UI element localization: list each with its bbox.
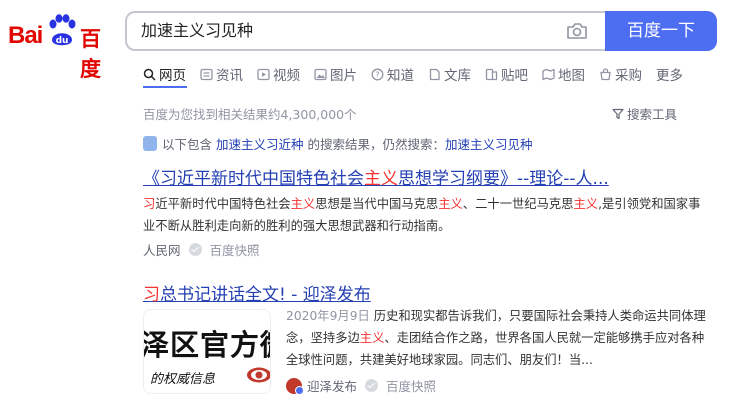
abstract-text: 近平新时代中国特色社会 [155,197,291,211]
abstract-text: 、二十一世纪马克思 [462,197,574,211]
correction-prefix: 以下包含 [162,137,213,152]
tab-map[interactable]: 地图 [542,64,585,84]
tab-label: 文库 [444,68,471,84]
news-icon [200,68,213,80]
thumbnail-text: 泽区官方微 [143,328,270,362]
tab-label: 采购 [615,68,642,84]
source-name[interactable]: 迎泽发布 [307,376,357,395]
spelling-correction: 以下包含 加速主义习近种 的搜索结果，仍然搜索： 加速主义习见种 [143,134,533,153]
title-highlight: 习 [143,285,160,305]
verified-icon [188,243,202,256]
tab-label: 资讯 [216,68,243,84]
info-icon [143,136,157,151]
search-bar: 加速主义习见种 百度一下 [125,11,717,51]
svg-text:?: ? [375,70,379,79]
tab-label: 视频 [273,68,300,84]
shopping-icon [600,67,611,80]
video-icon [257,68,270,80]
result-count: 百度为您找到相关结果约4,300,000个 [143,107,357,122]
search-button[interactable]: 百度一下 [605,11,717,51]
result-title[interactable]: 习总书记讲话全文! - 迎泽发布 [143,280,371,305]
search-tools-button[interactable]: 搜索工具 [612,104,677,123]
tieba-icon [485,68,498,80]
corrected-query-link[interactable]: 加速主义习近种 [216,134,304,153]
tab-web[interactable]: 网页 [143,64,186,84]
result-source: 人民网 百度快照 [143,240,260,259]
tab-video[interactable]: 视频 [257,64,300,84]
abstract-highlight: 主义 [438,197,463,211]
result-abstract: 习近平新时代中国特色社会主义思想是当代中国马克思主义、二十一世纪马克思主义,是引… [143,193,703,237]
tab-label: 知道 [387,68,414,84]
thumbnail-subtext: 的权威信息 [150,372,216,387]
title-highlight: 主义 [364,169,398,189]
active-tab-indicator [143,86,187,88]
title-text: 思想学习纲要》--理论--人... [398,169,609,189]
abstract-text: 思想是当代中国马克思 [315,197,439,211]
result-title[interactable]: 《习近平新时代中国特色社会主义思想学习纲要》--理论--人... [143,164,609,189]
document-icon [429,68,440,80]
tab-procurement[interactable]: 采购 [599,64,642,84]
tab-images[interactable]: 图片 [314,64,357,84]
tab-label: 更多 [656,68,683,84]
camera-icon[interactable] [566,21,588,41]
title-text: 《习近平新时代中国特色社会 [143,169,364,189]
abstract-highlight: 主义 [573,197,599,211]
tab-tieba[interactable]: 贴吧 [485,64,528,84]
tab-label: 网页 [159,68,186,84]
abstract-highlight: 主义 [290,197,316,211]
search-tools-label: 搜索工具 [627,107,678,122]
verified-icon [365,379,379,392]
image-icon [314,68,327,80]
tab-label: 贴吧 [501,68,528,84]
baidu-logo[interactable]: Bai du 百度 [8,14,112,81]
result-thumbnail[interactable]: 泽区官方微 的权威信息 [143,309,271,394]
tab-wenku[interactable]: 文库 [428,64,471,84]
source-avatar [286,377,304,395]
search-input[interactable]: 加速主义习见种 [125,11,607,51]
original-query-link[interactable]: 加速主义习见种 [445,134,533,153]
tab-news[interactable]: 资讯 [200,64,243,84]
result-abstract: 2020年9月9日 历史和现实都告诉我们，只要国际社会秉持人类命运共同体理念，坚… [286,305,706,371]
map-icon [542,68,555,80]
tab-label: 图片 [330,68,357,84]
abstract-highlight: 主义 [359,331,385,345]
tab-label: 地图 [558,68,585,84]
title-text: 总书记讲话全文! - 迎泽发布 [160,285,371,305]
source-name[interactable]: 人民网 [143,240,181,259]
correction-middle: 的搜索结果，仍然搜索： [307,137,446,152]
search-tabs: 网页 资讯 视频 图片 ? 知道 文库 贴吧 地图 采购 更多 [143,64,697,84]
logo-latin-text: Bai [8,22,43,49]
result-source: 迎泽发布 百度快照 [286,376,436,395]
result-date: 2020年9月9日 [286,309,370,323]
snapshot-link[interactable]: 百度快照 [386,376,436,395]
tab-more[interactable]: 更多 [656,64,683,84]
logo-chinese-text: 百度 [80,27,101,81]
svg-text:du: du [56,36,69,46]
eye-logo-icon [247,367,270,383]
filter-icon [612,108,624,119]
snapshot-link[interactable]: 百度快照 [210,240,260,259]
paw-logo-icon: du [49,14,76,46]
tab-zhidao[interactable]: ? 知道 [371,64,414,84]
search-icon [143,68,156,81]
abstract-highlight: 习 [143,197,156,211]
question-icon: ? [371,68,384,80]
